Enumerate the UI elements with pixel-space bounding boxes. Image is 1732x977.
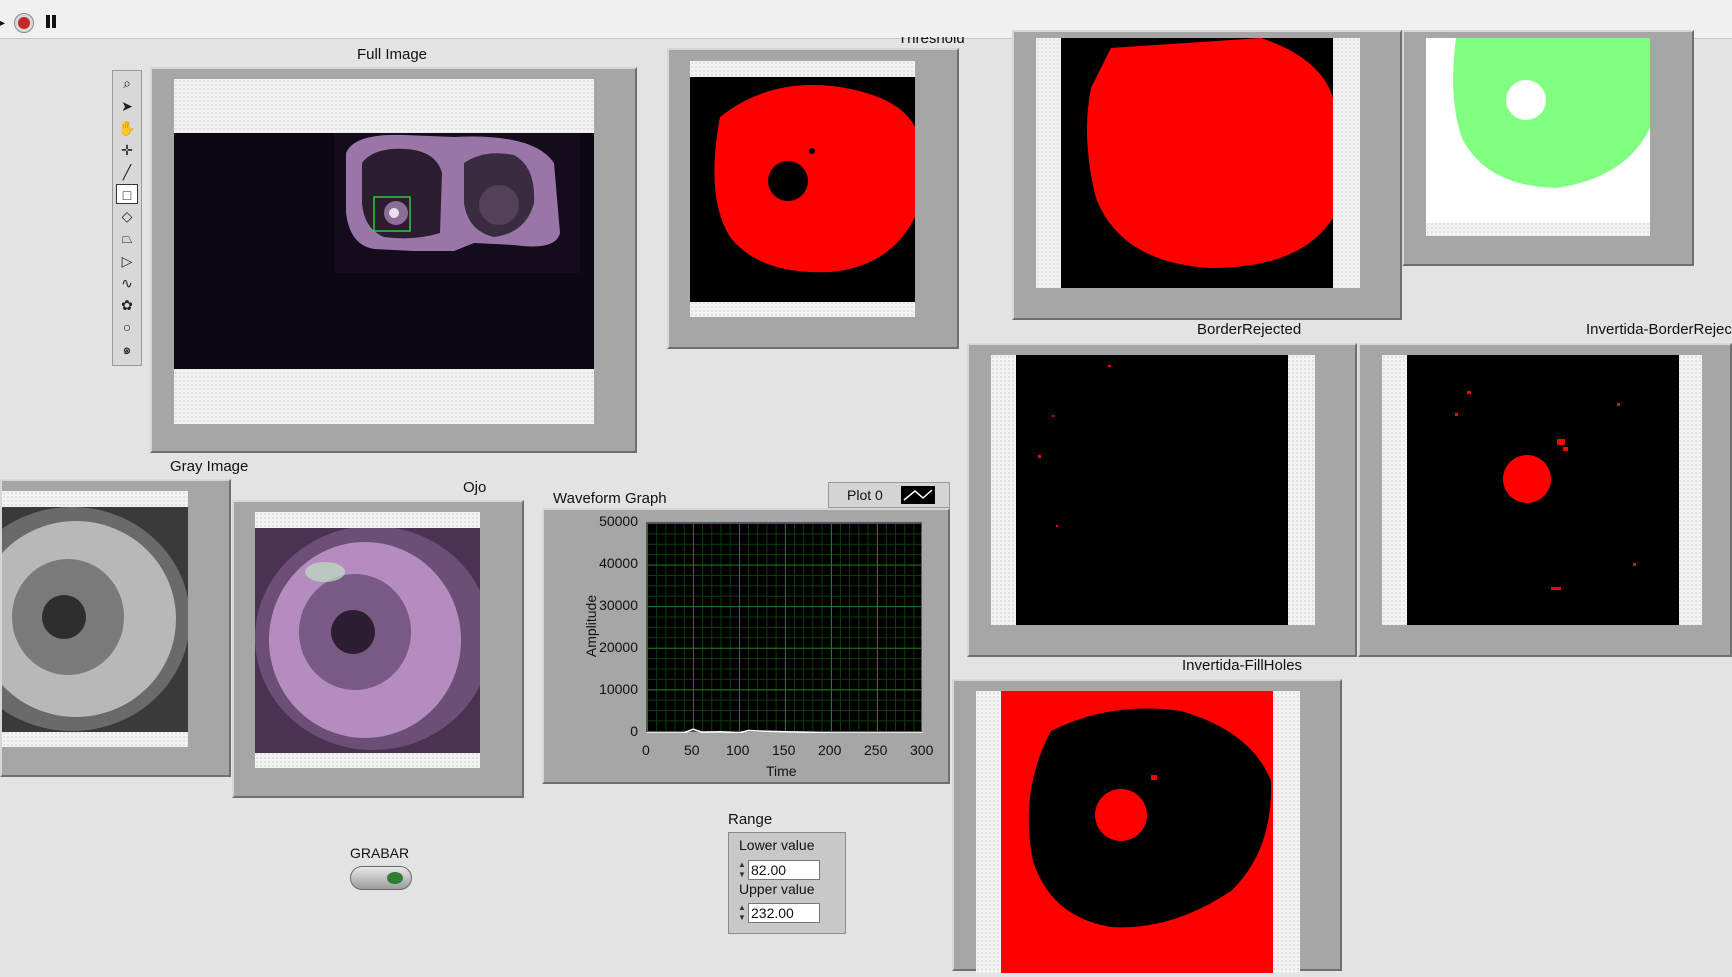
polygon-icon[interactable]: ⏢ bbox=[116, 228, 138, 248]
invertida-border-rejected-frame bbox=[1358, 343, 1732, 657]
y-axis-label: Amplitude bbox=[583, 594, 600, 658]
threshold-viewer[interactable] bbox=[690, 61, 915, 317]
x-tick-label: 50 bbox=[684, 742, 700, 758]
green-mask-frame bbox=[1402, 30, 1694, 266]
ojo-viewer[interactable] bbox=[255, 512, 491, 768]
y-tick-label: 30000 bbox=[599, 597, 638, 613]
image-tools-palette: ⌕ ➤ ✋ ✛ ╱ □ ◇ ⏢ ▷ ∿ ✿ ○ ๑ bbox=[112, 70, 142, 366]
invertida-fill-holes-label: Invertida-FillHoles bbox=[1182, 657, 1303, 674]
lower-spin-icon[interactable]: ▲ ▼ bbox=[738, 860, 746, 880]
x-tick-label: 200 bbox=[818, 742, 842, 758]
x-tick-label: 300 bbox=[910, 742, 934, 758]
invertida-border-rejected-label: Invertida-BorderReject bbox=[1586, 321, 1732, 338]
gray-image-viewer[interactable] bbox=[0, 491, 190, 747]
mask-image-frame bbox=[1012, 30, 1402, 320]
plot-legend[interactable]: Plot 0 bbox=[828, 482, 950, 508]
run-arrow-icon[interactable]: ▸ bbox=[0, 18, 5, 29]
ojo-svg bbox=[255, 526, 491, 750]
invertida-border-rejected-svg bbox=[1455, 391, 1636, 590]
border-rejected-display bbox=[1016, 355, 1288, 625]
invertida-fill-holes-svg bbox=[1028, 708, 1272, 928]
x-tick-label: 0 bbox=[642, 742, 650, 758]
upper-value-input[interactable]: 232.00 bbox=[748, 903, 820, 923]
y-tick-label: 50000 bbox=[599, 513, 638, 529]
oval-icon[interactable]: ○ bbox=[116, 317, 138, 337]
line-icon[interactable]: ╱ bbox=[116, 162, 138, 182]
green-mask-svg bbox=[1453, 38, 1650, 188]
gray-image-display bbox=[0, 507, 190, 732]
x-axis-label: Time bbox=[766, 763, 797, 779]
border-rejected-svg bbox=[1038, 365, 1111, 527]
freehand-icon[interactable]: ▷ bbox=[116, 251, 138, 271]
full-image-svg bbox=[334, 133, 580, 273]
stop-icon[interactable] bbox=[14, 13, 34, 33]
green-mask-display bbox=[1426, 38, 1650, 223]
y-tick-label: 0 bbox=[630, 723, 638, 739]
x-tick-label: 100 bbox=[726, 742, 750, 758]
pan-icon[interactable]: ✋ bbox=[116, 118, 138, 138]
upper-value-label: Upper value bbox=[739, 881, 815, 897]
ojo-label: Ojo bbox=[463, 479, 487, 496]
pause-icon[interactable] bbox=[44, 15, 58, 30]
invertida-fill-holes-viewer[interactable] bbox=[976, 691, 1300, 973]
mask-image-svg bbox=[1087, 38, 1333, 268]
full-image-frame bbox=[150, 67, 637, 453]
grabar-led-icon bbox=[387, 872, 403, 884]
annulus-icon[interactable]: ✿ bbox=[116, 295, 138, 315]
full-image-viewer[interactable] bbox=[174, 79, 594, 424]
x-tick-label: 150 bbox=[772, 742, 796, 758]
pointer-icon[interactable]: ➤ bbox=[116, 96, 138, 116]
border-rejected-label: BorderRejected bbox=[1197, 321, 1302, 338]
invertida-border-rejected-display bbox=[1407, 355, 1679, 625]
threshold-svg bbox=[714, 85, 915, 273]
threshold-frame bbox=[667, 48, 959, 349]
waveform-plot-area[interactable] bbox=[646, 522, 923, 734]
grabar-label: GRABAR bbox=[350, 845, 410, 861]
grabar-button[interactable] bbox=[350, 866, 412, 890]
plot-line-icon bbox=[901, 486, 935, 504]
mask-image-display bbox=[1061, 38, 1333, 288]
y-tick-label: 10000 bbox=[599, 681, 638, 697]
green-mask-viewer[interactable] bbox=[1426, 38, 1650, 236]
ojo-display bbox=[255, 526, 491, 753]
x-tick-label: 250 bbox=[864, 742, 888, 758]
invertida-fill-holes-display bbox=[1001, 691, 1273, 973]
spiral-icon[interactable]: ๑ bbox=[116, 339, 138, 359]
series-line-plot-0 bbox=[647, 728, 923, 734]
broken-line-icon[interactable]: ∿ bbox=[116, 273, 138, 293]
upper-spin-icon[interactable]: ▲ ▼ bbox=[738, 903, 746, 923]
rectangle-icon[interactable]: □ bbox=[116, 184, 138, 204]
y-tick-label: 20000 bbox=[599, 639, 638, 655]
waveform-graph-title: Waveform Graph bbox=[553, 490, 667, 507]
rotated-rect-icon[interactable]: ◇ bbox=[116, 206, 138, 226]
invertida-fill-holes-frame bbox=[952, 679, 1342, 973]
border-rejected-frame bbox=[967, 343, 1357, 657]
threshold-display bbox=[690, 77, 915, 302]
ojo-frame bbox=[232, 500, 524, 798]
border-rejected-viewer[interactable] bbox=[991, 355, 1315, 625]
waveform-plot-svg bbox=[647, 728, 923, 734]
gray-image-label: Gray Image bbox=[170, 458, 249, 475]
lower-value-input[interactable]: 82.00 bbox=[748, 860, 820, 880]
lower-value-label: Lower value bbox=[739, 837, 815, 853]
y-tick-label: 40000 bbox=[599, 555, 638, 571]
invertida-border-rejected-viewer[interactable] bbox=[1382, 355, 1702, 625]
full-image-display bbox=[174, 133, 594, 369]
full-image-label: Full Image bbox=[357, 46, 428, 63]
crosshair-icon[interactable]: ✛ bbox=[116, 140, 138, 160]
zoom-icon[interactable]: ⌕ bbox=[116, 73, 138, 93]
range-label: Range bbox=[728, 811, 773, 828]
mask-image-viewer[interactable] bbox=[1036, 38, 1360, 288]
legend-label: Plot 0 bbox=[847, 487, 883, 503]
gray-image-svg bbox=[0, 507, 190, 731]
gray-image-frame bbox=[0, 479, 231, 777]
range-cluster: Lower value ▲ ▼ 82.00 Upper value ▲ ▼ 232.… bbox=[728, 832, 846, 934]
